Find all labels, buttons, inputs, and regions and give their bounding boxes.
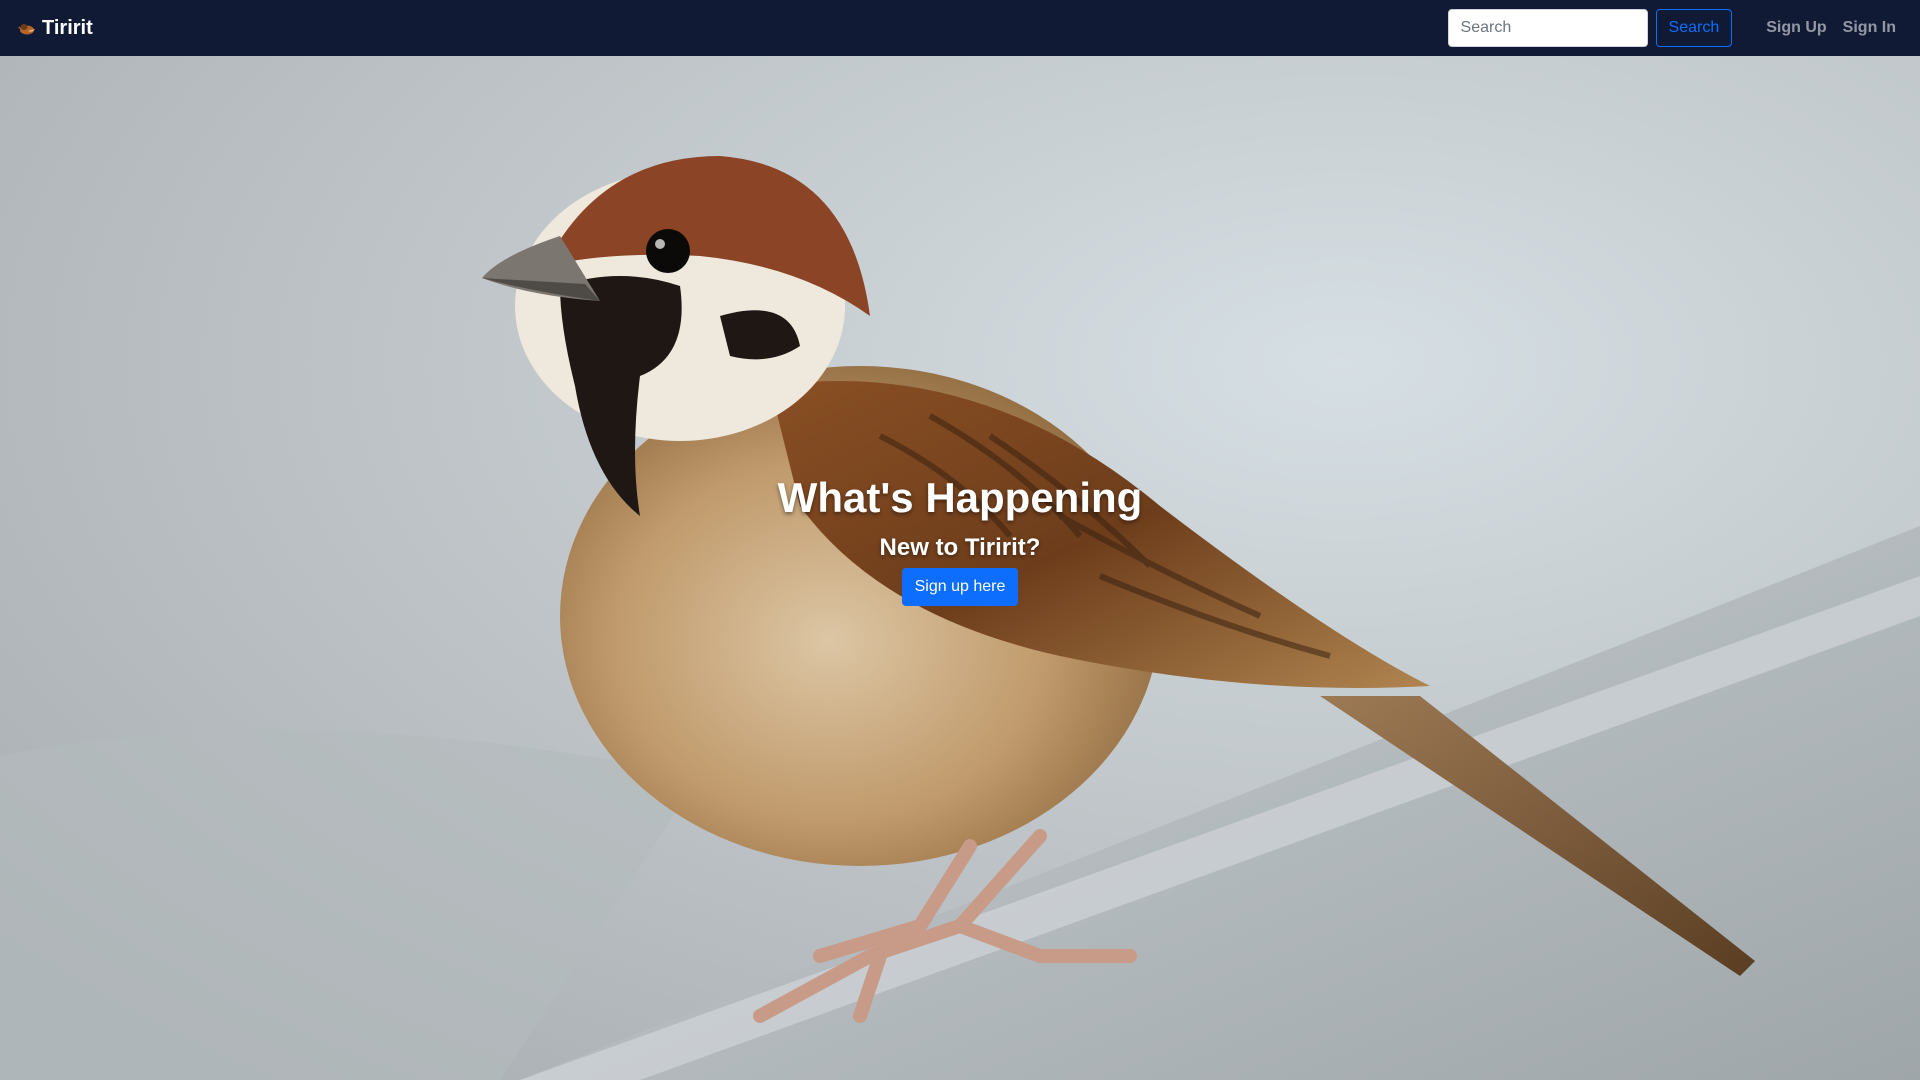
search-button[interactable]: Search <box>1655 9 1733 47</box>
auth-links: Sign Up Sign In <box>1758 19 1904 37</box>
sign-up-link[interactable]: Sign Up <box>1758 19 1834 37</box>
brand-link[interactable]: Tiririt <box>18 17 93 40</box>
bird-logo-icon <box>18 24 35 35</box>
sign-in-link[interactable]: Sign In <box>1835 19 1904 37</box>
hero-title: What's Happening <box>777 474 1143 521</box>
hero-section: What's Happening New to Tiririt? Sign up… <box>0 56 1920 1080</box>
brand-name: Tiririt <box>42 16 93 39</box>
hero-subtitle: New to Tiririt? <box>879 534 1041 561</box>
top-navbar: Tiririt Search Sign Up Sign In <box>0 0 1920 56</box>
search-input[interactable] <box>1447 9 1648 47</box>
sign-up-here-button[interactable]: Sign up here <box>902 568 1018 606</box>
